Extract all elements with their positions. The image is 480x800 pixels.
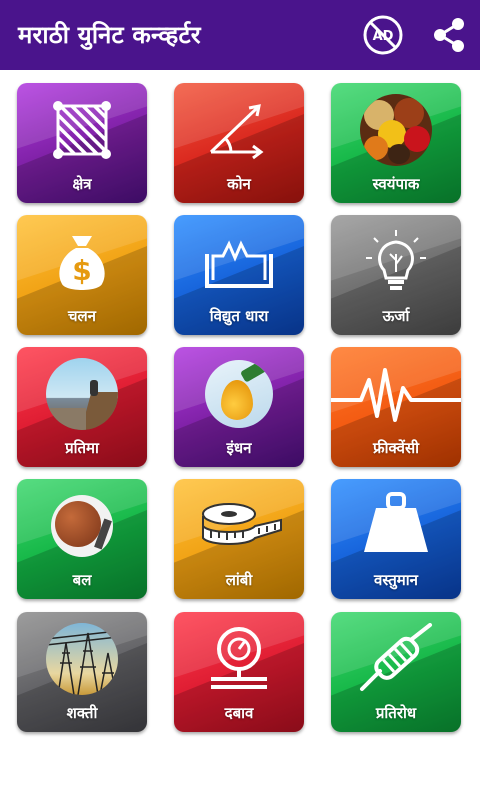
tile-mass[interactable]: वस्तुमान [331, 479, 461, 599]
tile-image[interactable]: प्रतिमा [17, 347, 147, 467]
spices-photo-icon [360, 94, 432, 166]
tile-label: लांबी [225, 571, 253, 589]
tile-power[interactable]: शक्ती [17, 612, 147, 732]
no-ads-button[interactable]: AD [361, 13, 405, 57]
tile-label: प्रतिमा [65, 439, 99, 457]
share-icon [434, 18, 464, 52]
tile-fuel[interactable]: इंधन [174, 347, 304, 467]
money-bag-icon: $ [59, 236, 105, 290]
tile-label: विद्युत धारा [209, 307, 269, 325]
share-button[interactable] [427, 13, 471, 57]
resistor-icon [360, 623, 432, 691]
angle-icon [209, 104, 264, 160]
tile-label: स्वयंपाक [372, 175, 420, 193]
svg-text:$: $ [72, 254, 91, 287]
app-bar: मराठी युनिट कन्व्हर्टर AD [0, 0, 480, 70]
pressure-gauge-icon [211, 627, 267, 689]
rock-push-photo-icon [51, 495, 113, 557]
area-icon [53, 101, 111, 159]
converter-grid: क्षेत्र कोन स्वयंपाक $ चलन विद्युत धारा … [0, 70, 480, 800]
image-photo-icon [46, 358, 118, 430]
tile-frequency[interactable]: फ्रीक्वेंसी [331, 347, 461, 467]
power-tower-photo-icon [46, 623, 118, 695]
tile-label: इंधन [226, 439, 252, 457]
tile-label: वस्तुमान [374, 571, 418, 589]
tile-force[interactable]: बल [17, 479, 147, 599]
tile-cooking[interactable]: स्वयंपाक [331, 83, 461, 203]
tile-label: चलन [67, 307, 97, 325]
tile-label: शक्ती [66, 704, 98, 722]
no-ads-icon: AD [363, 15, 403, 55]
tile-resistance[interactable]: प्रतिरोध [331, 612, 461, 732]
tile-energy[interactable]: ऊर्जा [331, 215, 461, 335]
measuring-tape-icon [202, 503, 282, 545]
electric-current-icon [205, 240, 273, 288]
light-bulb-icon [366, 230, 426, 290]
frequency-wave-icon [331, 368, 461, 422]
tile-label: फ्रीक्वेंसी [373, 439, 419, 457]
tile-label: बल [72, 571, 92, 589]
tile-length[interactable]: लांबी [174, 479, 304, 599]
tile-label: कोन [227, 175, 251, 193]
tile-label: क्षेत्र [72, 175, 92, 193]
tile-label: प्रतिरोध [375, 704, 417, 722]
tile-angle[interactable]: कोन [174, 83, 304, 203]
tile-label: ऊर्जा [382, 307, 410, 325]
tile-label: दबाव [224, 704, 254, 722]
tile-pressure[interactable]: दबाव [174, 612, 304, 732]
weight-icon [364, 492, 428, 552]
tile-currency[interactable]: $ चलन [17, 215, 147, 335]
tile-area[interactable]: क्षेत्र [17, 83, 147, 203]
app-title: मराठी युनिट कन्व्हर्टर [18, 21, 201, 49]
tile-electric-current[interactable]: विद्युत धारा [174, 215, 304, 335]
fuel-drop-icon [205, 360, 273, 428]
